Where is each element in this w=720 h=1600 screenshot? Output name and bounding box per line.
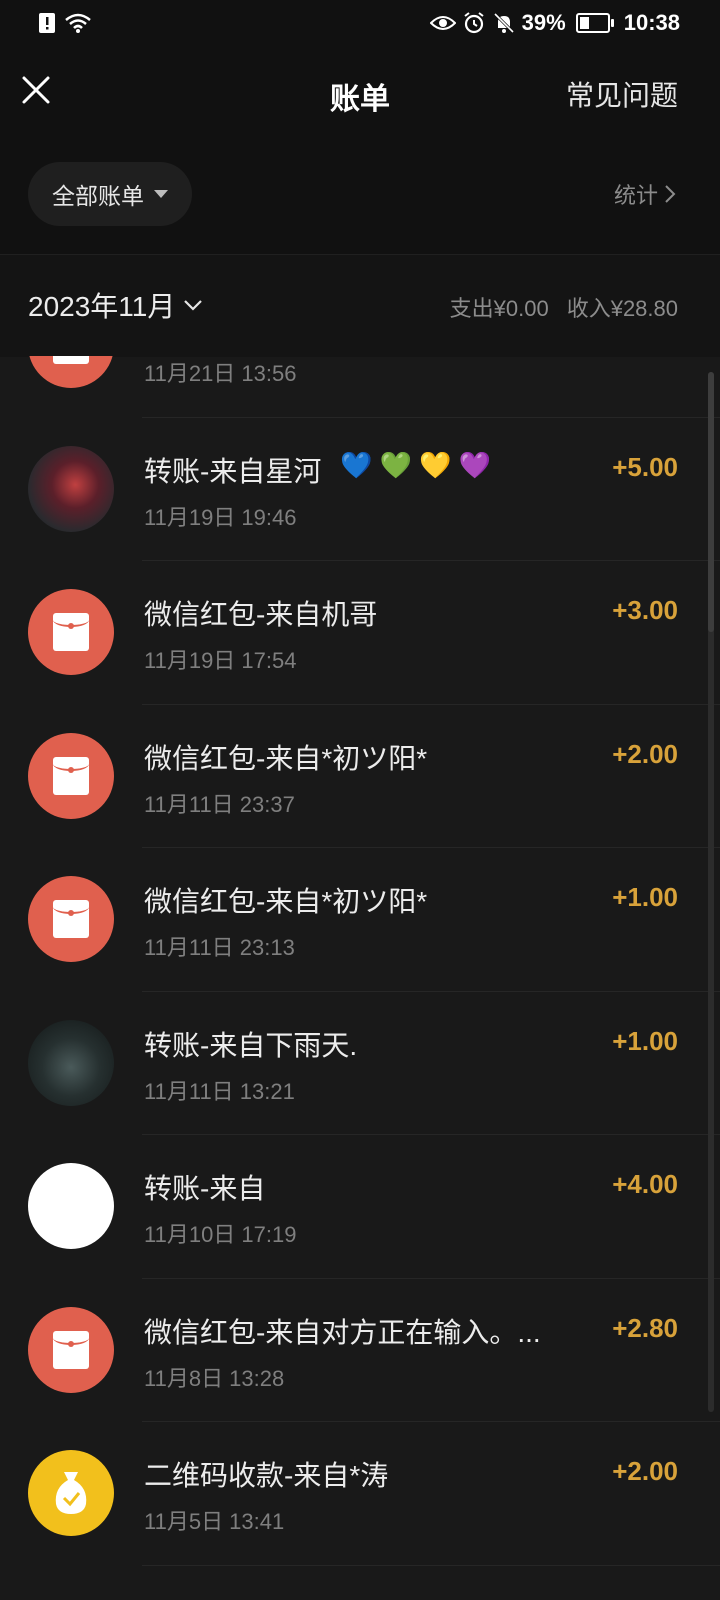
battery-percent: 39%	[521, 10, 566, 35]
transaction-amount: +2.00	[612, 1456, 678, 1486]
envelope-shape	[53, 613, 89, 651]
row-divider	[142, 1564, 720, 1566]
transaction-title: 微信红包-来自对方正在输入。...	[144, 1316, 541, 1348]
filter-label: 全部账单	[52, 183, 144, 209]
transaction-amount: +3.00	[612, 595, 678, 625]
filter-dropdown[interactable]: 全部账单	[28, 162, 192, 226]
transaction-row[interactable]: 微信红包-来自对方正在输入。... 11月8日 13:28 +2.80	[0, 1279, 720, 1422]
avatar	[28, 1019, 114, 1106]
money-bag-icon	[28, 1450, 114, 1536]
month-summary: 支出¥0.00 收入¥28.80	[450, 291, 678, 323]
header: 账单 常见问题 全部账单 统计	[0, 50, 720, 254]
alarm-icon	[464, 12, 484, 34]
transaction-time: 11月19日 19:46	[144, 504, 297, 530]
transaction-row[interactable]: 微信红包-来自帝雪芳11月21日 13:56+5.00	[0, 356, 720, 418]
transaction-row[interactable]: 转账-来自 11月10日 17:19 +4.00	[0, 1135, 720, 1279]
chevron-right-icon	[665, 185, 676, 203]
transaction-time: 11月5日 13:41	[144, 1509, 285, 1534]
clock: 10:38	[623, 10, 680, 35]
transaction-time: 11月21日 13:56	[144, 361, 297, 386]
transaction-amount: +2.80	[612, 1312, 678, 1343]
transaction-title: 微信红包-来自机哥	[144, 599, 378, 630]
scrollbar-thumb[interactable]	[708, 372, 714, 632]
transaction-time: 11月11日 23:13	[144, 935, 295, 960]
transaction-time: 11月11日 13:21	[144, 1078, 295, 1104]
transaction-title: 微信红包-来自*初ツ阳*	[144, 742, 428, 774]
transaction-list-inner: 微信红包-来自帝雪芳11月21日 13:56+5.00 转账-来自星河 💙 💚 💛 …	[0, 356, 720, 1566]
transaction-list: 微信红包-来自帝雪芳11月21日 13:56+5.00 转账-来自星河 💙 💚 💛 …	[0, 356, 720, 1600]
faq-link[interactable]: 常见问题	[566, 74, 678, 114]
transaction-row[interactable]: 微信红包-来自机哥 11月19日 17:54 +3.00	[0, 561, 720, 705]
transaction-time: 11月10日 17:19	[144, 1222, 297, 1247]
red-envelope-icon	[28, 732, 114, 819]
month-label: 2023年11月	[28, 291, 176, 322]
transaction-time: 11月8日 13:28	[144, 1365, 285, 1391]
envelope-shape	[53, 356, 89, 364]
transaction-title: 转账-来自星河	[144, 455, 322, 487]
transaction-row[interactable]: 微信红包-来自*初ツ阳* 11月11日 23:37 +2.00	[0, 705, 720, 848]
transaction-time: 11月11日 23:37	[144, 791, 295, 817]
battery-fill	[579, 17, 589, 29]
transaction-amount: +1.00	[612, 1025, 678, 1056]
mute-bell-icon	[493, 12, 514, 34]
battery-icon	[575, 13, 614, 33]
transaction-amount: +5.00	[612, 451, 678, 482]
wifi-icon	[65, 13, 91, 33]
transaction-time: 11月19日 17:54	[144, 648, 297, 673]
red-envelope-icon	[28, 876, 114, 962]
month-picker[interactable]: 2023年11月	[28, 285, 203, 325]
envelope-shape	[53, 1330, 89, 1369]
transaction-row[interactable]: 二维码收款-来自*涛 11月5日 13:41 +2.00	[0, 1422, 720, 1566]
transaction-amount: +4.00	[612, 1169, 678, 1199]
transaction-row[interactable]: 转账-来自下雨天. 11月11日 13:21 +1.00	[0, 992, 720, 1135]
transaction-title: 转账-来自下雨天.	[144, 1029, 358, 1061]
red-envelope-icon	[28, 1306, 114, 1393]
red-envelope-icon	[28, 589, 114, 675]
caret-down-icon	[154, 190, 168, 198]
income-total: 收入¥28.80	[566, 296, 678, 321]
transaction-title: 转账-来自	[144, 1173, 266, 1204]
bill-screen: 39% 10:38 账单 常见问题 全部账单 统计 2023年11月 支出¥0.…	[0, 0, 720, 1600]
month-summary-bar: 2023年11月 支出¥0.00 收入¥28.80	[0, 254, 720, 357]
transaction-amount: +1.00	[612, 882, 678, 912]
avatar	[28, 1163, 114, 1249]
transaction-title: 二维码收款-来自*涛	[144, 1460, 389, 1491]
transaction-amount: +2.00	[612, 738, 678, 769]
bag-shape	[55, 1472, 87, 1514]
expense-total: 支出¥0.00	[449, 296, 549, 321]
transaction-row[interactable]: 微信红包-来自*初ツ阳* 11月11日 23:13 +1.00	[0, 848, 720, 992]
envelope-shape	[53, 900, 89, 938]
chevron-down-icon	[184, 300, 203, 311]
hearts-emoji: 💙 💚 💛 💜	[340, 449, 492, 480]
avatar	[28, 445, 114, 532]
stats-link[interactable]: 统计	[614, 178, 676, 210]
envelope-shape	[53, 756, 89, 795]
red-envelope-icon	[28, 356, 114, 388]
transaction-row[interactable]: 转账-来自星河 💙 💚 💛 💜 11月19日 19:46 +5.00	[0, 418, 720, 561]
transaction-title: 微信红包-来自*初ツ阳*	[144, 886, 428, 917]
stats-label: 统计	[613, 183, 658, 208]
alert-icon	[39, 13, 55, 33]
status-right: 39% 10:38	[429, 10, 680, 36]
status-left	[38, 12, 92, 34]
eye-icon	[429, 16, 456, 30]
status-bar: 39% 10:38	[0, 0, 720, 50]
